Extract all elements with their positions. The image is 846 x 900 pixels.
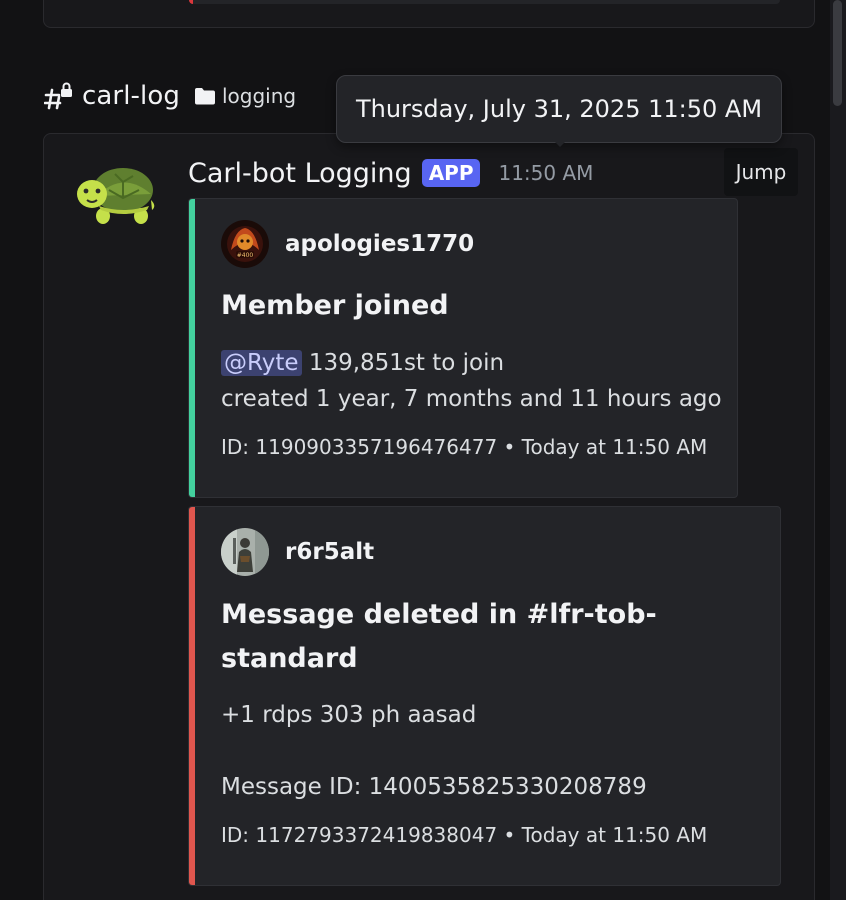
jump-button[interactable]: Jump — [724, 148, 798, 196]
embed-title: Message deleted in #lfr-tob- standard — [221, 593, 657, 681]
embed-title: Member joined — [221, 290, 449, 321]
locked-channel-hash-icon — [44, 81, 74, 111]
channel-name[interactable]: carl-log — [82, 81, 180, 111]
embed-author: r6r5alt — [221, 528, 374, 576]
author-name[interactable]: Carl-bot Logging — [188, 158, 412, 189]
svg-text:#400: #400 — [237, 252, 254, 259]
embed-color-bar — [189, 507, 195, 885]
deleted-message-content: +1 rdps 303 ph aasad — [221, 702, 477, 728]
channel-header[interactable]: carl-log logging — [44, 78, 296, 114]
folder-icon — [194, 87, 216, 105]
embed-color-bar — [189, 199, 195, 497]
tooltip-arrow — [552, 139, 568, 147]
account-created-text: created 1 year, 7 months and 11 hours ag… — [221, 386, 722, 412]
app-badge: APP — [421, 159, 481, 187]
message-timestamp[interactable]: 11:50 AM — [498, 161, 593, 185]
embed-message-deleted: r6r5alt Message deleted in #lfr-tob- sta… — [188, 506, 781, 886]
deleted-message-id: Message ID: 1400535825330208789 — [221, 774, 647, 800]
turtle-avatar[interactable] — [75, 160, 157, 230]
previous-embed — [189, 0, 780, 4]
embed-member-joined: #400 apologies1770 Member joined @Ryte 1… — [188, 198, 738, 498]
embed-title-line-1: Message deleted in #lfr-tob- — [221, 599, 657, 630]
previous-embed-color-bar — [189, 0, 193, 4]
join-position-text: 139,851st to join — [308, 350, 505, 376]
embed-footer: ID: 1190903357196476477 • Today at 11:50… — [221, 435, 708, 459]
user-avatar[interactable]: #400 — [221, 220, 269, 268]
scrollbar-thumb[interactable] — [833, 0, 842, 106]
chat-viewport: carl-log logging Carl-bot Logging APP 11… — [0, 0, 846, 900]
embed-author-name[interactable]: apologies1770 — [285, 231, 474, 257]
scrollbar-track[interactable] — [830, 0, 846, 900]
embed-title-line-2: standard — [221, 643, 358, 674]
embed-author: #400 apologies1770 — [221, 220, 474, 268]
category-name[interactable]: logging — [222, 84, 296, 108]
embed-author-name[interactable]: r6r5alt — [285, 539, 374, 565]
user-avatar[interactable] — [221, 528, 269, 576]
timestamp-tooltip: Thursday, July 31, 2025 11:50 AM — [336, 75, 782, 143]
embed-description: @Ryte 139,851st to join created 1 year, … — [221, 345, 722, 417]
previous-message-card — [43, 0, 815, 28]
user-mention[interactable]: @Ryte — [221, 350, 302, 376]
message-header: Carl-bot Logging APP 11:50 AM — [188, 153, 593, 193]
embed-footer: ID: 1172793372419838047 • Today at 11:50… — [221, 823, 708, 847]
